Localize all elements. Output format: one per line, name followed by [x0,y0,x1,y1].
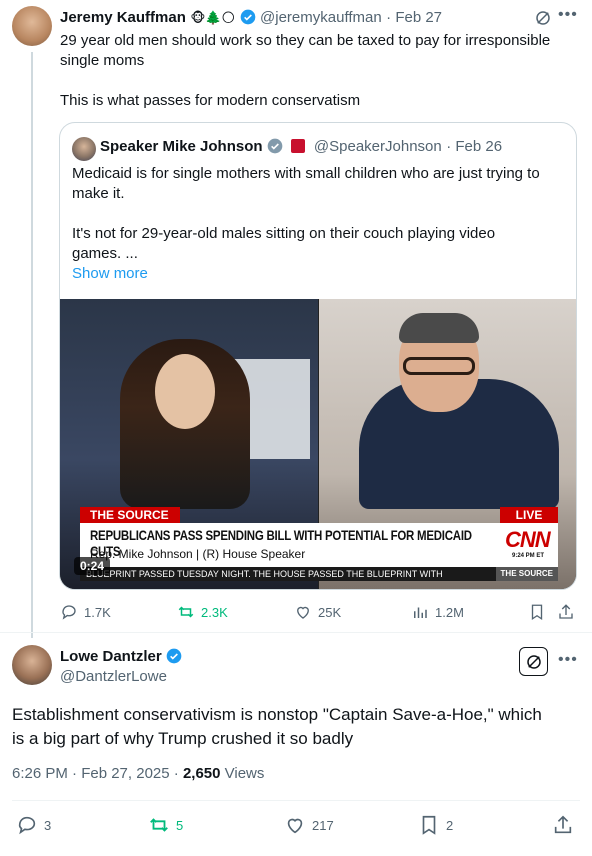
affiliation-badge-icon [291,139,306,153]
quote-text: Medicaid is for single mothers with smal… [72,164,568,284]
author-name[interactable]: Jeremy Kauffman [60,9,186,26]
heart-icon [297,606,309,619]
like-button[interactable]: 217 [284,814,334,836]
ticker-tag: THE SOURCE [495,567,558,581]
show-more-link[interactable]: Show more [72,264,568,284]
bookmark-icon [422,815,436,835]
reply-button[interactable]: 1.7K [60,603,111,621]
thread-line [31,52,33,638]
tweet-date[interactable]: · Feb 27 [386,9,442,26]
share-icon[interactable] [557,603,575,621]
author-handle[interactable]: @DantzlerLowe [60,668,167,685]
analytics-icon [414,607,427,618]
avatar-jeremy[interactable] [12,6,52,46]
repost-count: 2.3K [201,604,228,620]
bookmark-icon[interactable] [528,603,546,621]
divider [0,632,592,633]
chyron-main: REPUBLICANS PASS SPENDING BILL WITH POTE… [80,523,558,567]
tweet-text-line: 29 year old men should work so they can … [60,32,551,49]
grok-icon [526,654,541,669]
quote-author-name[interactable]: Speaker Mike Johnson [100,138,263,155]
tweet1-header: Jeremy Kauffman 🐵🌲🌕 @jeremykauffman · Fe… [60,9,442,27]
tweet-text-line: is a big part of why Trump crushed it so… [12,729,354,748]
tweet-text-line: Establishment conservativism is nonstop … [12,705,542,724]
bookmark-button[interactable]: 2 [418,814,453,836]
chyron-show-tag: THE SOURCE [80,507,180,523]
reply-icon [18,816,36,835]
view-count: 1.2M [435,604,464,620]
ticker-text: BLUEPRINT PASSED TUESDAY NIGHT. THE HOUS… [86,569,443,579]
video-player[interactable]: THE SOURCE LIVE REPUBLICANS PASS SPENDIN… [60,299,576,589]
tweet2-header: Lowe Dantzler [60,648,182,666]
views-label: Views [220,765,265,782]
tweet-meta: 6:26 PM · Feb 27, 2025 · 2,650 Views [12,765,264,782]
anchor-face [155,354,215,429]
news-ticker: BLUEPRINT PASSED TUESDAY NIGHT. THE HOUS… [80,567,558,581]
quote-header: Speaker Mike Johnson @SpeakerJohnson · F… [100,138,502,156]
chyron-live-tag: LIVE [500,507,558,523]
tweet-timestamp[interactable]: 6:26 PM · Feb 27, 2025 · [12,765,183,782]
author-name[interactable]: Lowe Dantzler [60,648,162,665]
tweet-text-line: single moms [60,52,145,69]
quote-date[interactable]: · Feb 26 [446,138,502,155]
cnn-logo: CNN [505,527,551,552]
verified-badge-icon [166,648,182,664]
speaker-hair [399,313,479,343]
verified-badge-icon [240,9,255,25]
grok-icon[interactable] [534,9,552,27]
divider [12,800,580,801]
like-button[interactable]: 25K [294,603,341,621]
repost-count: 5 [176,817,184,833]
heart-icon [287,818,303,834]
repost-button[interactable]: 5 [148,814,183,836]
author-handle[interactable]: @jeremykauffman [260,9,382,26]
views-count: 2,650 [182,765,221,782]
gray-verified-badge-icon [267,138,283,154]
tweet1-text: 29 year old men should work so they can … [60,31,580,111]
views-button[interactable]: 1.2M [411,603,464,621]
quote-text-line: make it. [72,185,125,202]
reply-count: 3 [44,817,52,833]
more-icon[interactable]: ••• [558,651,578,669]
quote-text-line: Medicaid is for single mothers with smal… [72,165,540,182]
tweet-text-line: This is what passes for modern conservat… [60,92,361,109]
like-count: 25K [318,604,342,620]
name-emojis: 🐵🌲🌕 [190,10,236,25]
like-count: 217 [312,817,334,833]
chyron-subtitle: Rep. Mike Johnson | (R) House Speaker [90,547,306,561]
repost-button[interactable]: 2.3K [177,603,228,621]
quote-author-handle[interactable]: @SpeakerJohnson [314,138,442,155]
repost-icon [150,818,168,832]
chyron-clock: 9:24 PM ET [512,553,545,559]
speaker-glasses [403,357,475,375]
tweet2-text: Establishment conservativism is nonstop … [12,703,582,751]
more-icon[interactable]: ••• [558,6,578,24]
quoted-tweet-card[interactable]: Speaker Mike Johnson @SpeakerJohnson · F… [59,122,577,590]
reply-icon [62,605,76,620]
reply-button[interactable]: 3 [16,814,51,836]
quote-text-line: games. ... [72,245,138,262]
reply-count: 1.7K [84,604,111,620]
video-duration-badge: 0:24 [74,557,111,575]
avatar-speaker[interactable] [72,137,96,161]
bookmark-count: 2 [446,817,454,833]
share-icon[interactable] [552,814,574,836]
avatar-lowe[interactable] [12,645,52,685]
grok-button[interactable] [519,647,548,676]
quote-text-line: It's not for 29-year-old males sitting o… [72,225,496,242]
repost-icon [178,606,194,618]
